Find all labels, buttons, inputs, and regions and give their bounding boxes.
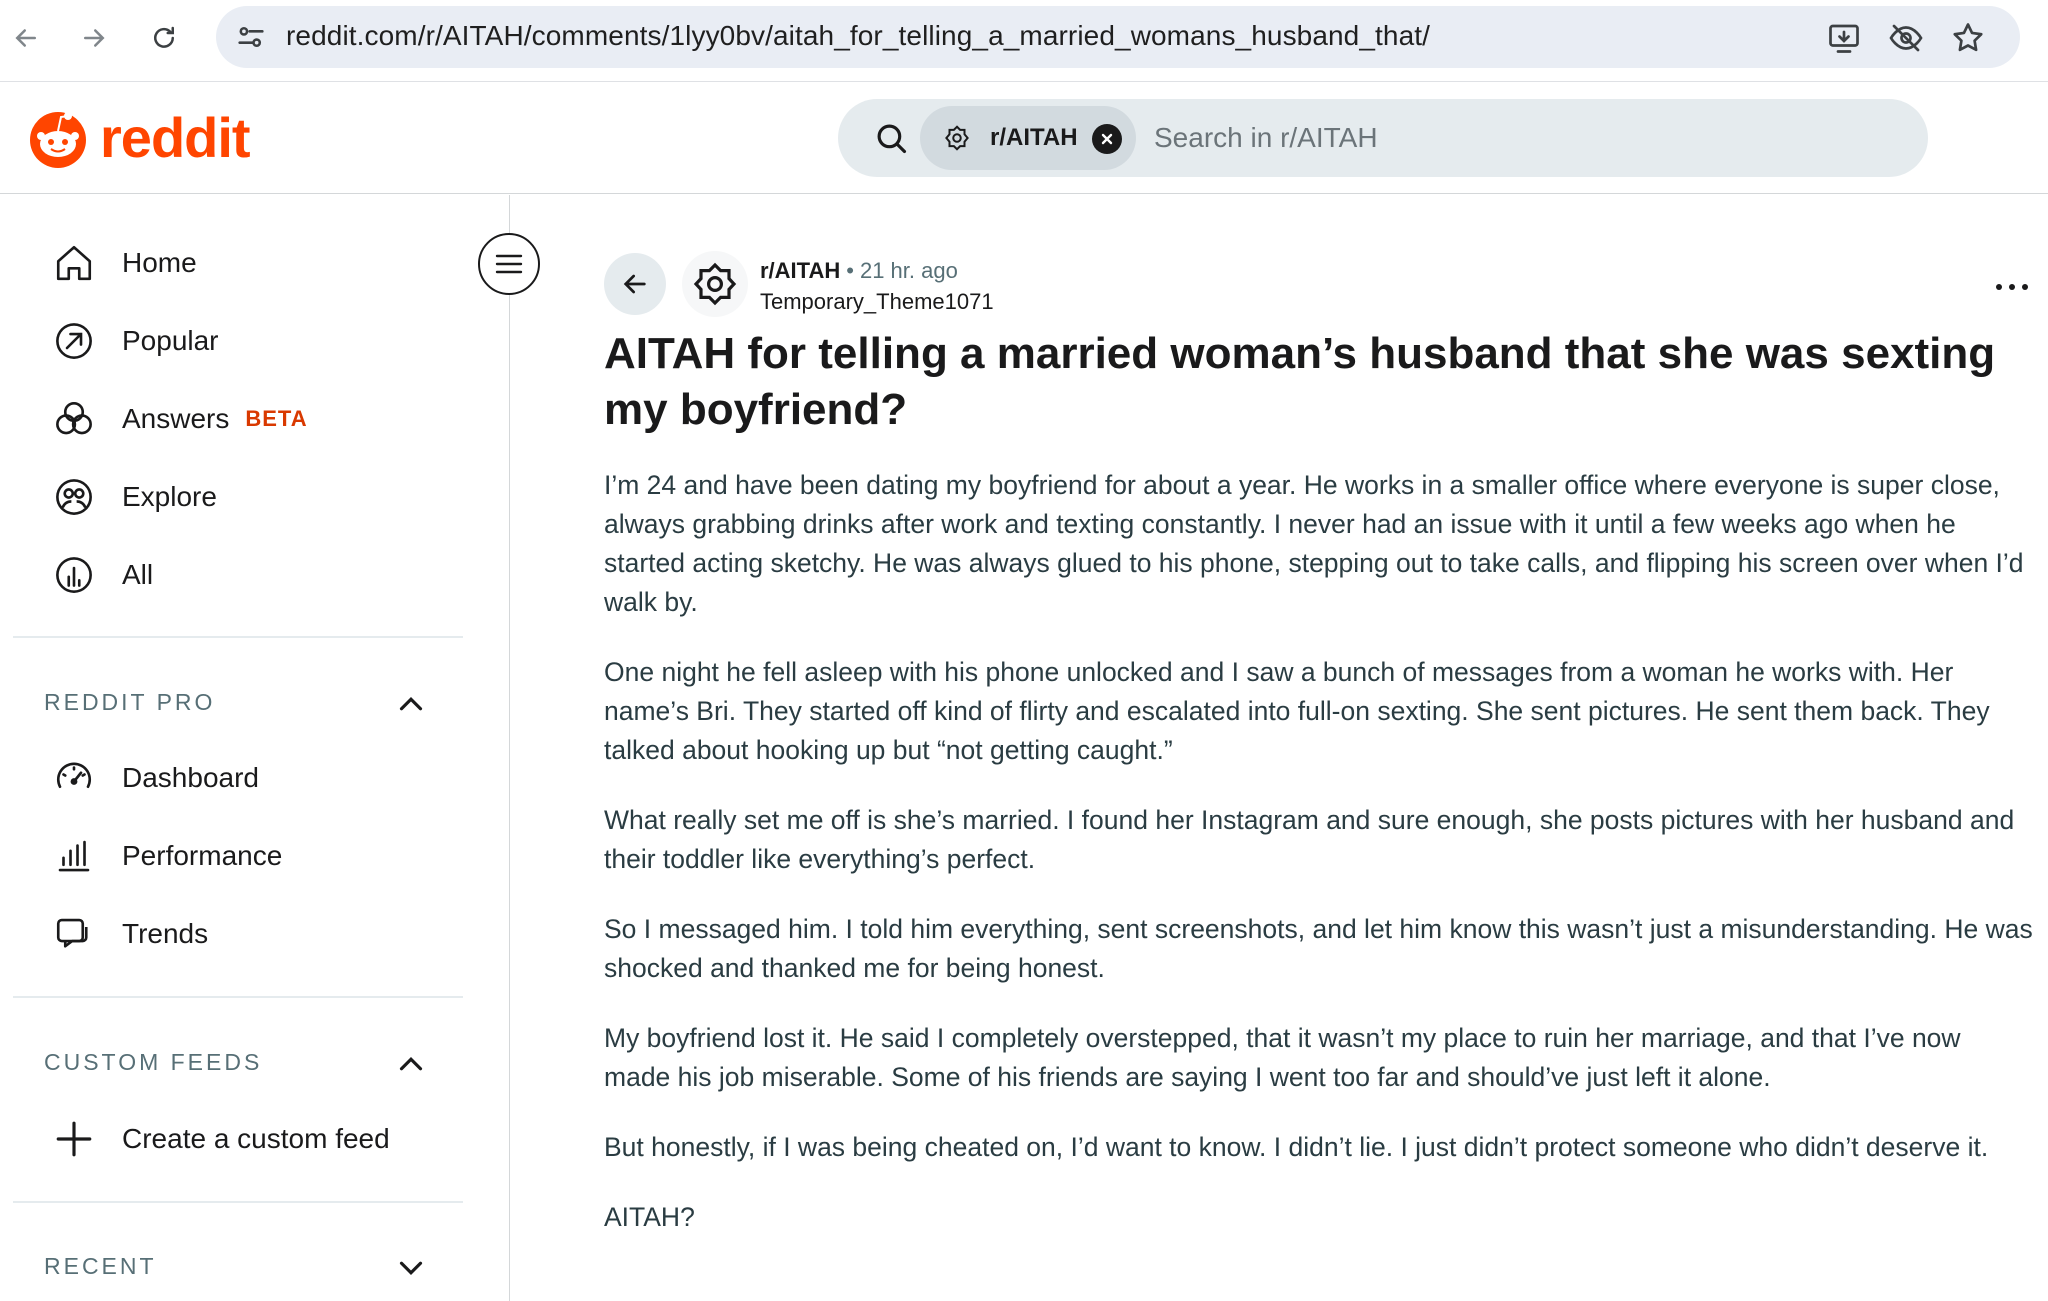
sidebar-item-label: Answers bbox=[122, 403, 230, 434]
post-meta: r/AITAH • 21 hr. ago bbox=[760, 258, 958, 284]
dot bbox=[1996, 284, 2002, 290]
left-sidebar: Home Popular Answers BETA Explore All RE… bbox=[0, 195, 540, 1301]
sidebar-item-label: Create a custom feed bbox=[122, 1123, 390, 1154]
post-title: AITAH for telling a married woman’s husb… bbox=[604, 329, 1996, 434]
recent-heading: RECENT bbox=[44, 1253, 157, 1279]
browser-back-button[interactable] bbox=[4, 16, 48, 60]
search-input[interactable]: Search in r/AITAH bbox=[1154, 122, 1378, 154]
post-paragraph: What really set me off is she’s married.… bbox=[604, 805, 2015, 874]
sidebar-item-label: Trends bbox=[122, 918, 209, 949]
dot bbox=[2009, 284, 2015, 290]
divider bbox=[13, 1201, 463, 1203]
chip-label: r/AITAH bbox=[990, 124, 1078, 151]
explore-icon bbox=[56, 479, 92, 515]
browser-forward-button[interactable] bbox=[72, 16, 116, 60]
sidebar-item-popular[interactable]: Popular bbox=[50, 311, 219, 371]
reddit-logo[interactable]: reddit bbox=[26, 105, 251, 170]
sidebar-item-all[interactable]: All bbox=[50, 545, 153, 605]
browser-reload-button[interactable] bbox=[142, 16, 186, 60]
sidebar-item-label: Performance bbox=[122, 840, 283, 871]
reddit-header: reddit r/AITAH Search in r/AITAH bbox=[0, 83, 2048, 194]
popular-icon bbox=[56, 323, 92, 359]
search-icon bbox=[877, 124, 907, 154]
performance-icon bbox=[58, 840, 90, 872]
divider bbox=[13, 636, 463, 638]
subreddit-avatar[interactable] bbox=[682, 251, 748, 317]
chevron-down-icon[interactable] bbox=[392, 1249, 430, 1287]
sidebar-item-answers[interactable]: Answers BETA bbox=[50, 389, 308, 449]
dashboard-icon bbox=[56, 762, 92, 789]
divider bbox=[13, 996, 463, 998]
sidebar-item-label: All bbox=[122, 559, 154, 590]
install-app-icon[interactable] bbox=[1826, 20, 1862, 56]
all-icon bbox=[56, 557, 92, 593]
subreddit-icon bbox=[693, 262, 737, 306]
arrow-left-icon bbox=[623, 274, 646, 294]
sidebar-item-explore[interactable]: Explore bbox=[50, 467, 217, 527]
subreddit-icon bbox=[945, 125, 969, 151]
clear-filter-button[interactable] bbox=[1092, 124, 1122, 154]
menu-icon bbox=[495, 254, 523, 274]
sidebar-item-trends[interactable]: Trends bbox=[50, 904, 208, 964]
arrow-right-icon bbox=[84, 29, 105, 47]
sidebar-item-label: Explore bbox=[122, 481, 217, 512]
meta-separator: • bbox=[846, 258, 854, 283]
sidebar-item-label: Popular bbox=[122, 325, 219, 356]
subreddit-filter-chip[interactable]: r/AITAH bbox=[920, 106, 1136, 170]
subreddit-link[interactable]: r/AITAH bbox=[760, 258, 840, 283]
collapse-sidebar-button[interactable] bbox=[478, 233, 540, 295]
browser-toolbar: reddit.com/r/AITAH/comments/1lyy0bv/aita… bbox=[0, 0, 2048, 82]
search-bar[interactable]: r/AITAH Search in r/AITAH bbox=[838, 99, 1928, 177]
eye-off-icon[interactable] bbox=[1888, 20, 1924, 56]
home-icon bbox=[56, 245, 92, 281]
dot bbox=[2022, 284, 2028, 290]
sidebar-item-label: Dashboard bbox=[122, 762, 259, 793]
url-text[interactable]: reddit.com/r/AITAH/comments/1lyy0bv/aita… bbox=[286, 20, 1430, 52]
post-body: I’m 24 and have been dating my boyfriend… bbox=[604, 466, 2034, 1268]
custom-feeds-heading: CUSTOM FEEDS bbox=[44, 1049, 263, 1075]
author-link[interactable]: Temporary_Theme1071 bbox=[760, 289, 994, 315]
sidebar-item-label: Home bbox=[122, 247, 197, 278]
post-paragraph: One night he fell asleep with his phone … bbox=[604, 657, 1990, 765]
reddit-pro-heading: REDDIT PRO bbox=[44, 689, 216, 715]
trends-icon bbox=[56, 918, 88, 948]
back-button[interactable] bbox=[604, 253, 666, 315]
post-time: 21 hr. ago bbox=[859, 258, 958, 283]
more-options-button[interactable] bbox=[1992, 272, 2032, 302]
answers-icon bbox=[56, 401, 92, 435]
snoo-icon bbox=[30, 111, 86, 168]
arrow-left-icon bbox=[15, 29, 36, 47]
beta-badge: BETA bbox=[245, 406, 308, 431]
create-custom-feed-button[interactable]: Create a custom feed bbox=[50, 1109, 390, 1169]
close-icon bbox=[1101, 133, 1113, 145]
post-paragraph: So I messaged him. I told him everything… bbox=[604, 914, 2033, 983]
bookmark-star-icon[interactable] bbox=[1950, 20, 1986, 56]
reload-icon bbox=[154, 26, 174, 48]
post-paragraph: My boyfriend lost it. He said I complete… bbox=[604, 1023, 1961, 1092]
post-paragraph: But honestly, if I was being cheated on,… bbox=[604, 1132, 1989, 1162]
address-bar[interactable]: reddit.com/r/AITAH/comments/1lyy0bv/aita… bbox=[216, 6, 2020, 68]
site-settings-icon[interactable] bbox=[234, 20, 268, 54]
post-paragraph: I’m 24 and have been dating my boyfriend… bbox=[604, 470, 2024, 617]
post-paragraph: AITAH? bbox=[604, 1202, 695, 1232]
chevron-up-icon[interactable] bbox=[392, 1045, 430, 1083]
sidebar-item-performance[interactable]: Performance bbox=[50, 826, 282, 886]
sidebar-item-dashboard[interactable]: Dashboard bbox=[50, 748, 259, 808]
reddit-wordmark: reddit bbox=[100, 106, 251, 169]
sidebar-item-home[interactable]: Home bbox=[50, 233, 197, 293]
chevron-up-icon[interactable] bbox=[392, 685, 430, 723]
plus-icon bbox=[56, 1121, 92, 1157]
